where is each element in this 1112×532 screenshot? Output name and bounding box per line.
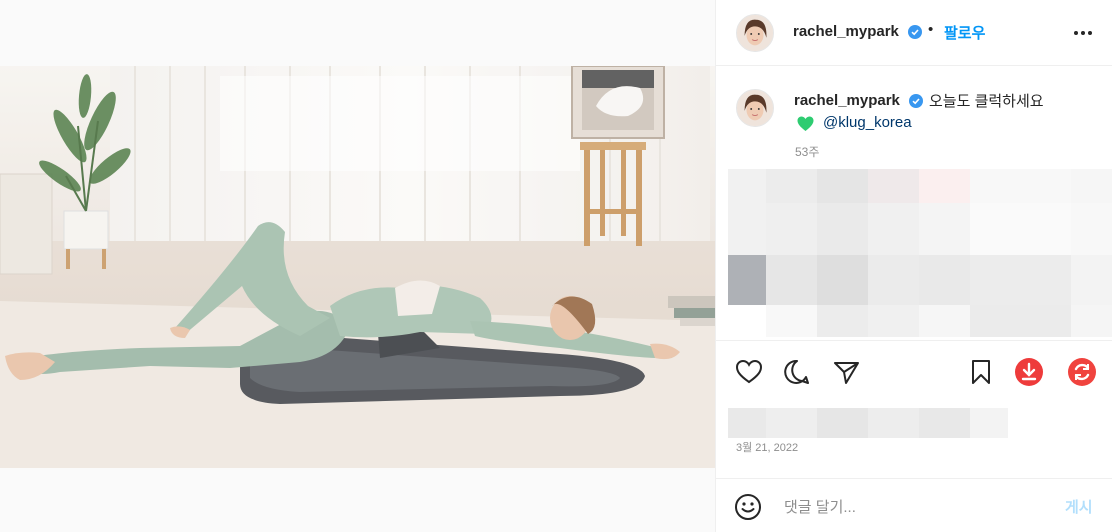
comment-bar: 게시 [716, 478, 1112, 532]
media-pane [0, 0, 715, 532]
avatar[interactable] [736, 14, 774, 52]
caption-mention-link[interactable]: @klug_korea [823, 114, 912, 131]
caption-age: 53주 [795, 145, 820, 159]
post-date: 3월 21, 2022 [736, 442, 799, 454]
post-image [0, 66, 715, 468]
green-heart-icon [797, 116, 814, 131]
caption-text: 오늘도 클럭하세요 [929, 93, 1044, 110]
pixelated-comments [728, 169, 1112, 337]
separator-dot: • [928, 21, 934, 38]
post-detail-panel: rachel_mypark • 팔로우 rachel_mypark 오늘도 클럭… [715, 0, 1112, 532]
verified-badge-icon [909, 94, 923, 108]
more-horizontal-icon[interactable] [1071, 23, 1095, 43]
paper-plane-icon[interactable] [831, 357, 861, 387]
post-comment-button[interactable]: 게시 [1065, 496, 1093, 517]
post-username[interactable]: rachel_mypark [793, 23, 899, 40]
refresh-circle-icon[interactable] [1067, 357, 1097, 387]
comment-input[interactable] [784, 493, 1054, 521]
caption-username[interactable]: rachel_mypark [794, 92, 900, 109]
follow-button[interactable]: 팔로우 [944, 22, 985, 43]
bookmark-icon[interactable] [966, 357, 996, 387]
smiley-face-icon[interactable] [734, 493, 762, 521]
caption-avatar[interactable] [736, 89, 774, 127]
heart-outline-icon[interactable] [734, 357, 764, 387]
pixelated-likes [728, 408, 1008, 438]
action-bar [716, 340, 1112, 402]
download-circle-icon[interactable] [1014, 357, 1044, 387]
post-caption: rachel_mypark 오늘도 클럭하세요 @klug_korea 53주 [716, 67, 1112, 167]
verified-badge-icon [908, 25, 922, 39]
comment-bubble-icon[interactable] [782, 357, 812, 387]
post-photo[interactable] [0, 66, 715, 468]
post-header: rachel_mypark • 팔로우 [716, 0, 1112, 66]
